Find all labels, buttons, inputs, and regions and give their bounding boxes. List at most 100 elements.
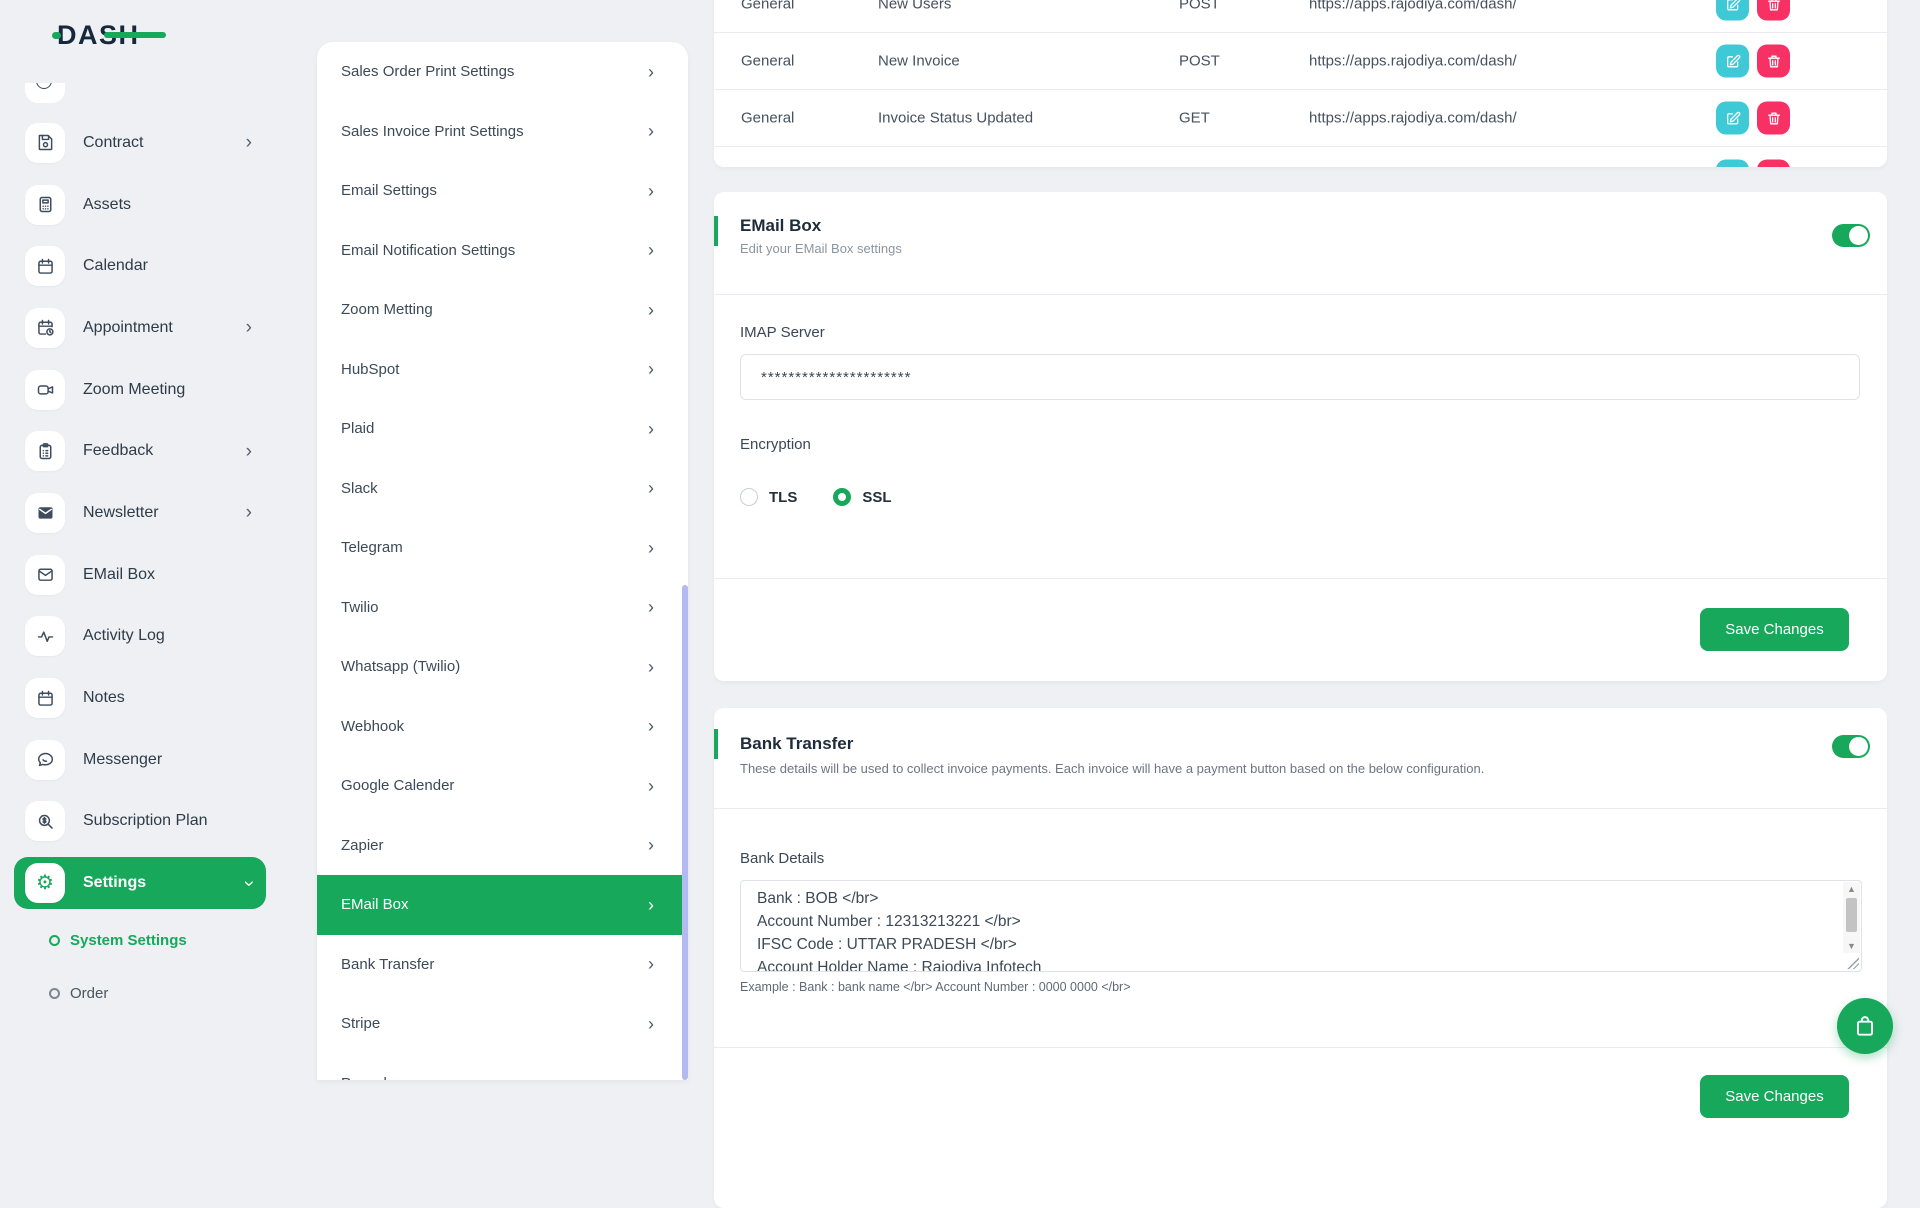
save-changes-button[interactable]: Save Changes xyxy=(1700,608,1849,651)
menu-item-email-box[interactable]: EMail Box › xyxy=(317,875,688,935)
card-subtitle: Edit your EMail Box settings xyxy=(740,241,902,256)
sidebar-subitem-system-settings[interactable]: System Settings xyxy=(0,918,300,962)
divider xyxy=(714,578,1887,579)
menu-item-hubspot[interactable]: HubSpot› xyxy=(317,340,688,400)
menu-item-twilio[interactable]: Twilio› xyxy=(317,578,688,638)
mail-outline-icon xyxy=(25,555,65,595)
card-title: EMail Box xyxy=(740,216,821,236)
sidebar-item-activity-log[interactable]: Activity Log xyxy=(14,606,266,668)
cell-url: https://apps.rajodiya.com/dash/ xyxy=(1309,53,1517,70)
menu-item-label: Telegram xyxy=(341,539,403,556)
menu-item-email-notification-settings[interactable]: Email Notification Settings› xyxy=(317,221,688,281)
calendar-icon xyxy=(25,246,65,286)
menu-item-label: Bank Transfer xyxy=(341,956,434,973)
calendar-icon xyxy=(25,678,65,718)
cell-name: New Invoice xyxy=(878,53,960,70)
sidebar-item-label: Appointment xyxy=(83,319,173,337)
sidebar-item-assets[interactable]: Assets xyxy=(14,174,266,236)
encryption-radio-group: TLS SSL xyxy=(740,488,892,506)
chevron-right-icon: › xyxy=(648,479,654,497)
menu-item-paypal[interactable]: Paypal› xyxy=(317,1054,688,1081)
email-box-toggle[interactable] xyxy=(1832,224,1870,247)
chevron-right-icon: › xyxy=(648,539,654,557)
delete-button[interactable] xyxy=(1757,102,1790,135)
sidebar-subitem-order[interactable]: Order xyxy=(0,971,300,1015)
settings-menu-panel: Sales Order Print Settings› Sales Invoic… xyxy=(317,42,688,1080)
sidebar-item-label: Contract xyxy=(83,134,143,152)
menu-item-telegram[interactable]: Telegram › xyxy=(317,518,688,578)
bank-details-label: Bank Details xyxy=(740,850,824,867)
sidebar-item-contract[interactable]: Contract › xyxy=(14,112,266,174)
edit-button[interactable] xyxy=(1716,45,1749,78)
delete-button[interactable] xyxy=(1757,45,1790,78)
sidebar-item-newsletter[interactable]: Newsletter › xyxy=(14,482,266,544)
table-row: General New Invoice POST https://apps.ra… xyxy=(714,33,1887,90)
menu-item-plaid[interactable]: Plaid› xyxy=(317,399,688,459)
sidebar-item-calendar[interactable]: Calendar xyxy=(14,235,266,297)
sidebar-item-feedback[interactable]: Feedback › xyxy=(14,420,266,482)
menu-item-google-calender[interactable]: Google Calender› xyxy=(317,756,688,816)
sidebar-item-email-box[interactable]: EMail Box xyxy=(14,544,266,606)
menu-item-whatsapp-twilio[interactable]: Whatsapp (Twilio)› xyxy=(317,637,688,697)
menu-item-sales-invoice-print-settings[interactable]: Sales Invoice Print Settings› xyxy=(317,102,688,162)
menu-item-bank-transfer[interactable]: Bank Transfer› xyxy=(317,935,688,995)
sidebar-item-partial[interactable] xyxy=(25,83,65,103)
menu-item-label: EMail Box xyxy=(341,896,409,913)
scrollbar-thumb[interactable] xyxy=(1846,898,1857,932)
sidebar-item-zoom-meeting[interactable]: Zoom Meeting xyxy=(14,359,266,421)
sidebar-item-settings[interactable]: ⚙ Settings › xyxy=(14,852,266,914)
radio-label: TLS xyxy=(769,489,797,506)
menu-item-slack[interactable]: Slack› xyxy=(317,459,688,519)
ring-icon xyxy=(49,988,60,999)
save-changes-button-partial[interactable]: Save Changes xyxy=(1700,1075,1849,1118)
logo-dot-icon xyxy=(52,32,61,39)
ring-icon xyxy=(49,935,60,946)
edit-button[interactable] xyxy=(1716,159,1749,167)
bank-transfer-toggle[interactable] xyxy=(1832,735,1870,758)
sidebar-item-notes[interactable]: Notes xyxy=(14,667,266,729)
email-box-card: EMail Box Edit your EMail Box settings I… xyxy=(714,192,1887,681)
edit-button[interactable] xyxy=(1716,0,1749,21)
sidebar-item-label: Newsletter xyxy=(83,504,159,522)
delete-button[interactable] xyxy=(1757,159,1790,167)
radio-ssl[interactable]: SSL xyxy=(833,488,891,506)
chevron-right-icon: › xyxy=(648,896,654,914)
floating-shop-button[interactable] xyxy=(1837,998,1893,1054)
menu-item-sales-order-print-settings[interactable]: Sales Order Print Settings› xyxy=(317,42,688,102)
delete-button[interactable] xyxy=(1757,0,1790,21)
textarea-scrollbar[interactable]: ▲ ▼ xyxy=(1843,882,1860,953)
sidebar-item-label: Assets xyxy=(83,196,131,214)
settings-menu-scrollbar[interactable] xyxy=(682,585,688,1080)
clipped-circle-icon xyxy=(36,83,52,89)
menu-item-zoom-metting[interactable]: Zoom Metting› xyxy=(317,280,688,340)
card-title: Bank Transfer xyxy=(740,734,853,754)
menu-item-label: Google Calender xyxy=(341,777,454,794)
search-dollar-icon xyxy=(25,801,65,841)
radio-circle-checked-icon xyxy=(833,488,851,506)
cell-module: General xyxy=(741,0,794,13)
chevron-right-icon: › xyxy=(648,63,654,81)
bank-details-textarea[interactable]: Bank : BOB </br> Account Number : 123132… xyxy=(740,880,1862,972)
scroll-up-icon[interactable]: ▲ xyxy=(1847,882,1856,896)
scroll-down-icon[interactable]: ▼ xyxy=(1847,939,1856,953)
sidebar-item-label: Settings xyxy=(83,874,146,892)
menu-item-email-settings[interactable]: Email Settings› xyxy=(317,161,688,221)
chevron-right-icon: › xyxy=(648,717,654,735)
imap-server-input[interactable] xyxy=(740,354,1860,400)
sidebar-item-messenger[interactable]: Messenger xyxy=(14,729,266,791)
radio-tls[interactable]: TLS xyxy=(740,488,797,506)
menu-item-webhook[interactable]: Webhook› xyxy=(317,697,688,757)
edit-button[interactable] xyxy=(1716,102,1749,135)
menu-item-label: Whatsapp (Twilio) xyxy=(341,658,460,675)
chevron-down-icon: › xyxy=(239,880,258,886)
menu-item-stripe[interactable]: Stripe› xyxy=(317,994,688,1054)
menu-item-label: Email Notification Settings xyxy=(341,242,515,259)
radio-label: SSL xyxy=(862,489,891,506)
menu-item-zapier[interactable]: Zapier› xyxy=(317,816,688,876)
sidebar-item-label: EMail Box xyxy=(83,566,155,584)
chevron-right-icon: › xyxy=(648,598,654,616)
resize-grip-icon[interactable] xyxy=(1846,956,1859,969)
sidebar-item-subscription-plan[interactable]: Subscription Plan xyxy=(14,791,266,853)
sidebar-item-appointment[interactable]: Appointment › xyxy=(14,297,266,359)
brand-logo[interactable]: DASH xyxy=(57,20,140,51)
